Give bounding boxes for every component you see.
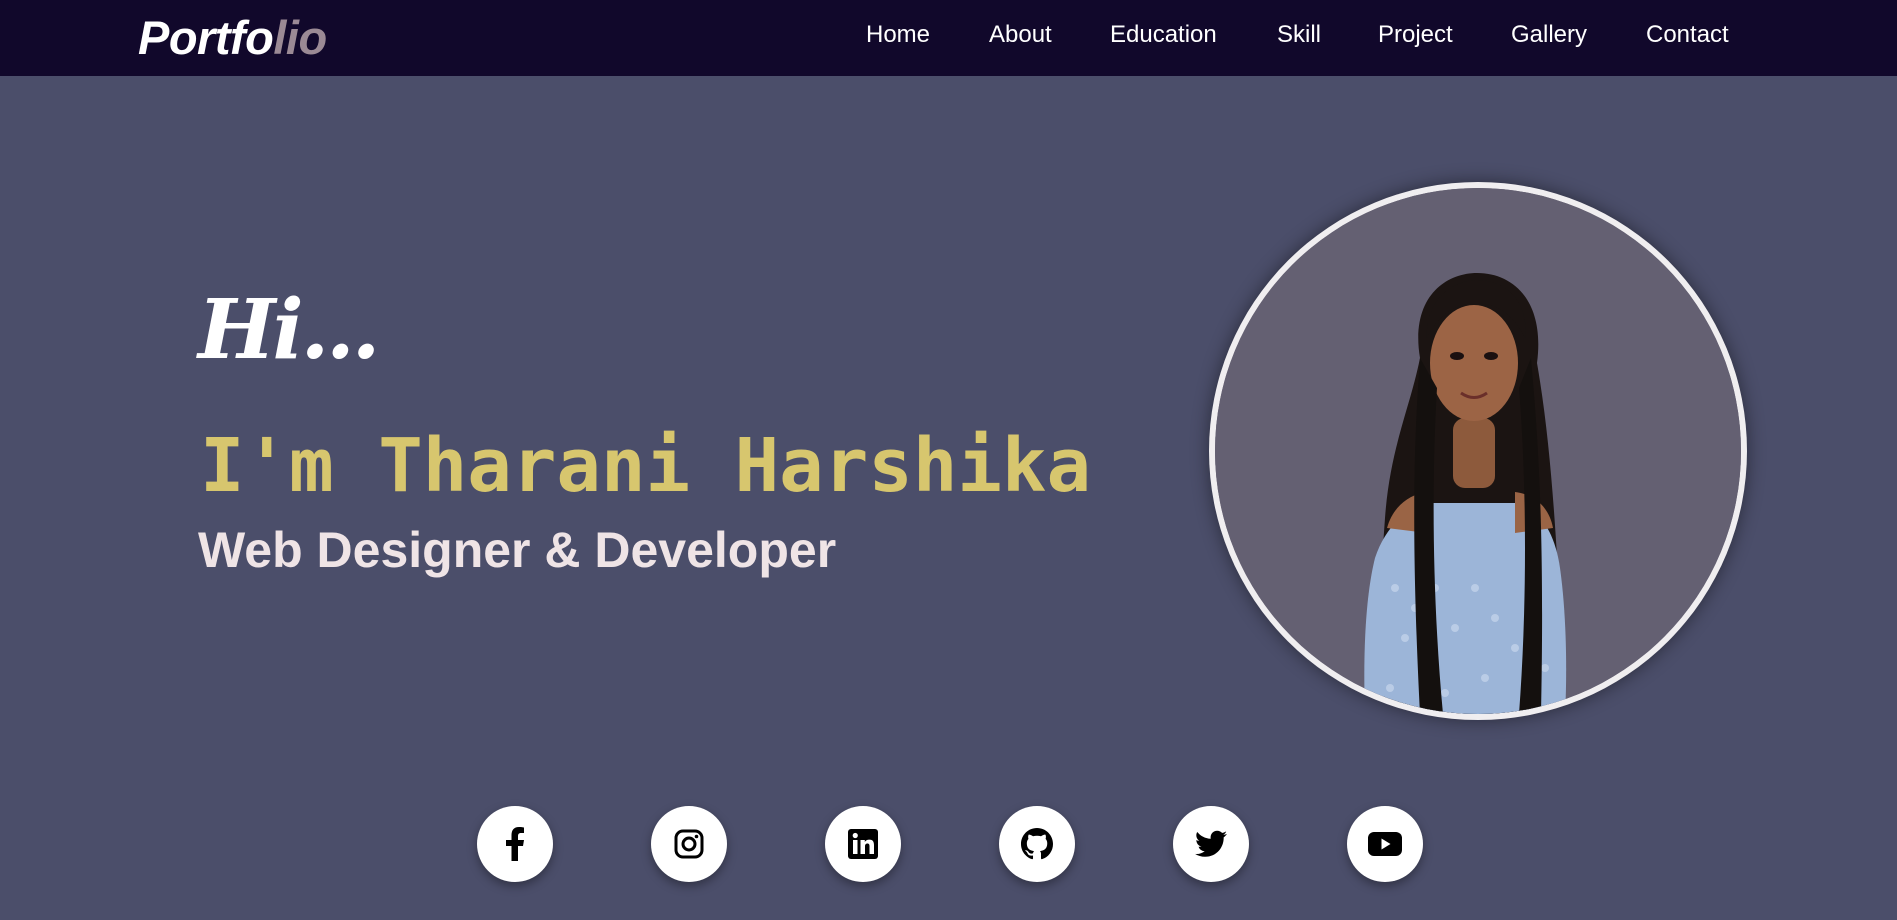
twitter-button[interactable]	[1173, 806, 1249, 882]
github-icon	[1021, 828, 1053, 860]
facebook-icon	[506, 827, 524, 861]
nav-links: Home About Education Skill Project Galle…	[0, 19, 1897, 51]
facebook-button[interactable]	[477, 806, 553, 882]
nav-contact[interactable]: Contact	[1646, 19, 1729, 51]
github-button[interactable]	[999, 806, 1075, 882]
profile-photo-frame	[1209, 182, 1747, 720]
instagram-button[interactable]	[651, 806, 727, 882]
profile-photo	[1215, 188, 1741, 714]
linkedin-button[interactable]	[825, 806, 901, 882]
instagram-icon	[674, 829, 704, 859]
nav-about[interactable]: About	[989, 19, 1052, 51]
navbar: Portfolio Home About Education Skill Pro…	[0, 0, 1897, 76]
linkedin-icon	[848, 829, 878, 859]
youtube-icon	[1368, 832, 1402, 856]
greeting: Hi...	[198, 282, 380, 378]
nav-gallery[interactable]: Gallery	[1511, 19, 1587, 51]
nav-education[interactable]: Education	[1110, 19, 1217, 51]
nav-home[interactable]: Home	[866, 19, 930, 51]
hero-role: Web Designer & Developer	[198, 522, 837, 578]
twitter-icon	[1195, 830, 1227, 857]
nav-project[interactable]: Project	[1378, 19, 1453, 51]
hero-name: I'm Tharani Harshika	[200, 423, 1092, 509]
nav-skill[interactable]: Skill	[1277, 19, 1321, 51]
youtube-button[interactable]	[1347, 806, 1423, 882]
